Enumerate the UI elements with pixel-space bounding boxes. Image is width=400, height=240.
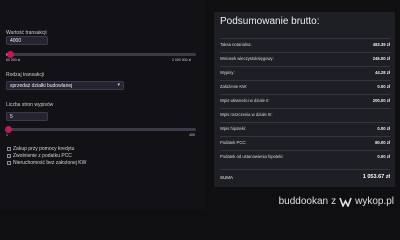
transaction-value-slider[interactable] [6,51,196,58]
checkbox-box[interactable] [7,147,11,151]
summary-row-divider [220,52,390,53]
summary-row-label: Podatek PCC: [220,140,247,145]
checkbox-label: Zwolnienie z podatku PCC [13,153,72,159]
summary-row-label: Wpis hipoteki: [220,126,247,131]
pages-count-label: Liczba stron wypisów [6,102,54,108]
pages-count-slider-thumb[interactable] [4,126,12,133]
transaction-value-max-label: 2 000 000 zł [172,58,192,62]
transaction-value-input[interactable]: 4000 [6,36,48,45]
transaction-value-slider-thumb[interactable] [6,51,14,58]
watermark-separator: z [331,196,337,207]
summary-divider [220,169,390,170]
pages-count-input[interactable]: 5 [6,112,48,121]
summary-row-label: Wypisy: [220,70,235,75]
summary-row-value: 0.00 zł [377,84,390,89]
summary-row-value: 0.00 zł [377,126,390,131]
summary-row-label: Wpis roszczenia w dziale III: [220,112,273,117]
transaction-value-min-label: 60 000 zł [6,58,21,62]
summary-row-divider [220,38,390,39]
summary-total-label: SUMA [220,175,234,180]
summary-row-label: Wniosek wieczystoksięgowy: [220,56,274,61]
summary-row-divider [220,94,390,95]
checkbox-label: Nieruchomość bez założonej KW [13,160,87,166]
summary-row-value: 80.00 zł [375,140,390,145]
watermark: buddookan z wykop.pl [279,196,394,207]
watermark-user: buddookan [278,196,329,207]
pages-count-max-label: 400 [189,133,195,137]
summary-title: Podsumowanie brutto: [220,16,320,27]
checkbox-box[interactable] [7,161,11,165]
summary-panel: Podsumowanie brutto: Taksa notarialna: 48… [214,12,395,187]
pages-count-min-label: 1 [6,133,8,137]
pcc-exemption-checkbox[interactable]: Zwolnienie z podatku PCC [7,153,72,159]
summary-row-value: 483.39 zł [372,42,390,47]
no-land-register-checkbox[interactable]: Nieruchomość bez założonej KW [7,160,86,166]
summary-row-divider [220,136,390,137]
wykop-logo-icon [339,197,352,207]
watermark-site: wykop.pl [355,196,394,207]
summary-row-value: 44.28 zł [375,70,390,75]
summary-row-divider [220,122,390,123]
summary-row-value: 246.00 zł [372,56,390,61]
summary-row-value: 0.00 zł [377,154,390,159]
checkbox-label: Zakup przy pomocy kredytu [13,146,75,152]
transaction-type-selected: sprzedaż działki budowlanej [10,83,73,89]
checkbox-box[interactable] [7,154,11,158]
summary-row-divider [220,80,390,81]
calculator-form: Wartość transakcji 4000 60 000 zł 2 000 … [0,0,205,210]
transaction-type-label: Rodzaj transakcji [6,72,45,78]
summary-row-label: Taksa notarialna: [220,42,252,47]
pages-count-slider[interactable] [4,126,196,133]
summary-row-divider [220,108,390,109]
transaction-type-select[interactable]: sprzedaż działki budowlanej ▾ [6,81,124,90]
summary-row-divider [220,150,390,151]
credit-purchase-checkbox[interactable]: Zakup przy pomocy kredytu [7,146,74,152]
summary-row-value: 200.00 zł [372,98,390,103]
summary-row-label: Podatek od ustanowienia hipoteki: [220,154,284,159]
summary-row-divider [220,66,390,67]
summary-total-value: 1 053.67 zł [362,174,390,180]
chevron-down-icon: ▾ [117,82,120,88]
summary-row-label: Założenie KW: [220,84,248,89]
summary-row-label: Wpis własności w dziale II: [220,98,270,103]
